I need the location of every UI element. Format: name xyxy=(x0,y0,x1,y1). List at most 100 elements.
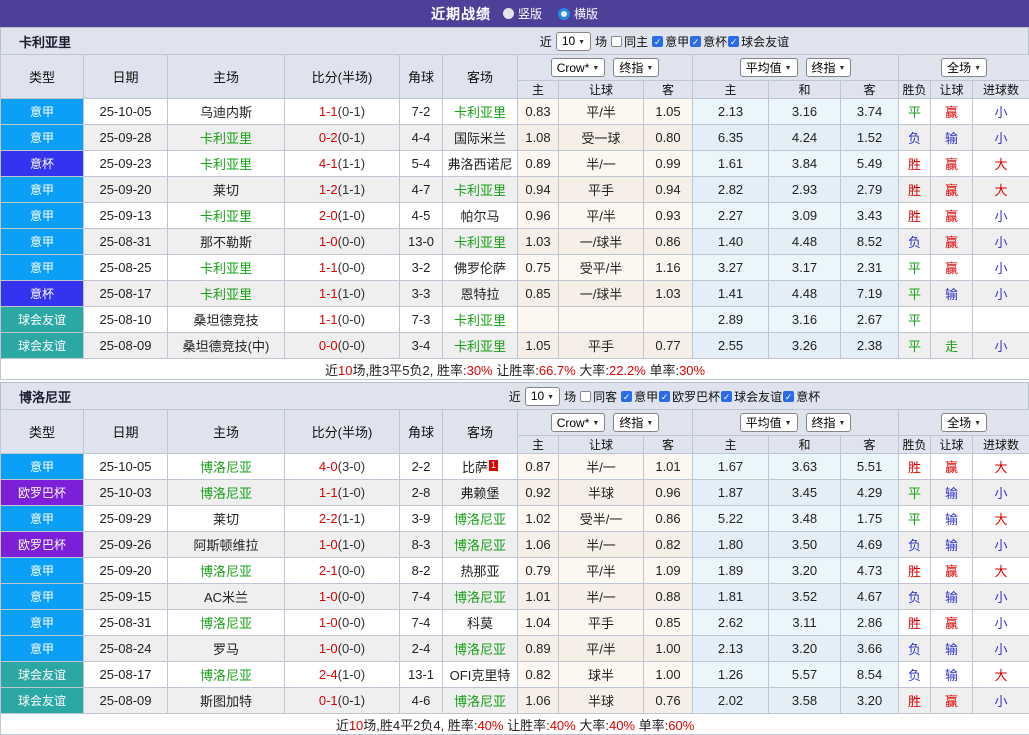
summary-segment: 60% xyxy=(668,718,694,733)
league-filter[interactable]: ✓意甲 xyxy=(621,388,658,405)
checkbox-checked-icon[interactable]: ✓ xyxy=(652,36,663,47)
avg-select[interactable]: 平均值▼ xyxy=(740,58,798,77)
summary-segment: 10 xyxy=(349,718,363,733)
league-filter[interactable]: ✓欧罗巴杯 xyxy=(659,388,720,405)
match-row: 欧罗巴杯 25-10-03 博洛尼亚 1-1(1-0) 2-8 弗赖堡 0.92… xyxy=(1,480,1029,506)
sub-header-odds-away: 客 xyxy=(644,436,693,454)
recent-count-value: 10 xyxy=(531,389,544,403)
league-badge: 意甲 xyxy=(1,255,84,281)
layout-radio-vertical[interactable]: 竖版 xyxy=(503,5,542,22)
checkbox-checked-icon[interactable]: ✓ xyxy=(621,391,632,402)
checkbox-checked-icon[interactable]: ✓ xyxy=(721,391,732,402)
home-team: 乌迪内斯 xyxy=(168,99,285,125)
match-row: 球会友谊 25-08-17 博洛尼亚 2-4(1-0) 13-1 OFI克里特 … xyxy=(1,662,1029,688)
avg-draw: 3.84 xyxy=(769,151,841,177)
avg-home: 1.61 xyxy=(693,151,769,177)
recent-count-select[interactable]: 10 ▼ xyxy=(556,32,591,51)
checkbox-checked-icon[interactable]: ✓ xyxy=(728,36,739,47)
same-venue-filter[interactable]: 同主 xyxy=(611,33,648,50)
match-date: 25-08-24 xyxy=(84,636,168,662)
checkbox-checked-icon[interactable]: ✓ xyxy=(690,36,701,47)
odds-stage-select[interactable]: 终指▼ xyxy=(613,413,659,432)
odds-home: 1.03 xyxy=(518,229,559,255)
result-goals: 大 xyxy=(973,558,1029,584)
match-date: 25-09-15 xyxy=(84,584,168,610)
league-filters: ✓意甲✓意杯✓球会友谊 xyxy=(652,33,789,50)
checkbox-checked-icon[interactable]: ✓ xyxy=(659,391,670,402)
league-badge: 球会友谊 xyxy=(1,688,84,714)
league-filter[interactable]: ✓意杯 xyxy=(690,33,727,50)
bookmaker-select[interactable]: Crow*▼ xyxy=(551,58,606,77)
radio-unselected-icon[interactable] xyxy=(503,8,514,19)
result-handicap: 输 xyxy=(931,125,973,151)
scope-select[interactable]: 全场▼ xyxy=(941,413,987,432)
odds-away: 1.00 xyxy=(644,636,693,662)
home-team: 阿斯顿维拉 xyxy=(168,532,285,558)
summary-segment: 大率: xyxy=(576,363,609,378)
avg-select[interactable]: 平均值▼ xyxy=(740,413,798,432)
chevron-down-icon: ▼ xyxy=(974,65,981,72)
league-badge: 意甲 xyxy=(1,584,84,610)
league-filter[interactable]: ✓球会友谊 xyxy=(728,33,789,50)
games-label: 场 xyxy=(564,388,576,405)
odds-stage-select[interactable]: 终指▼ xyxy=(613,58,659,77)
avg-home: 1.40 xyxy=(693,229,769,255)
radio-selected-icon[interactable] xyxy=(558,8,570,20)
result-goals: 小 xyxy=(973,532,1029,558)
filter-bar: 近 10 ▼ 场 同主 ✓意甲✓意杯✓球会友谊 xyxy=(240,32,789,51)
league-badge: 意甲 xyxy=(1,203,84,229)
bookmaker-select[interactable]: Crow*▼ xyxy=(551,413,606,432)
league-filter[interactable]: ✓球会友谊 xyxy=(721,388,782,405)
same-venue-label: 同主 xyxy=(624,33,648,50)
corner-score: 3-3 xyxy=(400,281,443,307)
sub-header-handicap-result: 让球 xyxy=(931,81,973,99)
scope-select[interactable]: 全场▼ xyxy=(941,58,987,77)
bookmaker-value: Crow* xyxy=(557,416,590,430)
match-score: 2-4(1-0) xyxy=(285,662,400,688)
match-row: 意甲 25-08-25 卡利亚里 1-1(0-0) 3-2 佛罗伦萨 0.75 … xyxy=(1,255,1029,281)
chevron-down-icon: ▼ xyxy=(839,420,846,427)
home-team: 博洛尼亚 xyxy=(168,454,285,480)
layout-radio-horizontal[interactable]: 横版 xyxy=(558,5,598,22)
away-team: 卡利亚里 xyxy=(443,229,518,255)
recent-count-select[interactable]: 10 ▼ xyxy=(525,387,560,406)
sub-header-odds-home: 主 xyxy=(518,436,559,454)
odds-home: 0.89 xyxy=(518,151,559,177)
odds-handicap: 半/一 xyxy=(559,454,644,480)
result-wdl: 平 xyxy=(899,281,931,307)
match-score: 1-1(1-0) xyxy=(285,281,400,307)
odds-away: 0.96 xyxy=(644,480,693,506)
corner-score: 13-0 xyxy=(400,229,443,255)
avg-home: 2.02 xyxy=(693,688,769,714)
league-filter-label: 球会友谊 xyxy=(734,388,782,405)
match-row: 意甲 25-09-13 卡利亚里 2-0(1-0) 4-5 帕尔马 0.96 平… xyxy=(1,203,1029,229)
avg-stage-select[interactable]: 终指▼ xyxy=(806,58,852,77)
league-filter[interactable]: ✓意甲 xyxy=(652,33,689,50)
match-date: 25-10-05 xyxy=(84,99,168,125)
avg-draw: 3.17 xyxy=(769,255,841,281)
avg-home: 1.26 xyxy=(693,662,769,688)
avg-away: 5.49 xyxy=(841,151,899,177)
match-score: 4-0(3-0) xyxy=(285,454,400,480)
odds-handicap: 球半 xyxy=(559,662,644,688)
checkbox-unchecked-icon[interactable] xyxy=(580,391,591,402)
match-date: 25-09-23 xyxy=(84,151,168,177)
filter-bar: 近 10 ▼ 场 同客 ✓意甲✓欧罗巴杯✓球会友谊✓意杯 xyxy=(209,387,820,406)
result-handicap: 赢 xyxy=(931,99,973,125)
avg-away: 7.19 xyxy=(841,281,899,307)
checkbox-unchecked-icon[interactable] xyxy=(611,36,622,47)
odds-handicap: 受一球 xyxy=(559,125,644,151)
match-date: 25-10-05 xyxy=(84,454,168,480)
league-filters: ✓意甲✓欧罗巴杯✓球会友谊✓意杯 xyxy=(621,388,820,405)
league-badge: 意甲 xyxy=(1,454,84,480)
chevron-down-icon: ▼ xyxy=(646,65,653,72)
result-wdl: 胜 xyxy=(899,558,931,584)
checkbox-checked-icon[interactable]: ✓ xyxy=(783,391,794,402)
match-score: 1-0(1-0) xyxy=(285,532,400,558)
same-venue-filter[interactable]: 同客 xyxy=(580,388,617,405)
avg-value: 平均值 xyxy=(746,59,782,76)
avg-draw: 3.20 xyxy=(769,636,841,662)
avg-stage-select[interactable]: 终指▼ xyxy=(806,413,852,432)
odds-away: 0.80 xyxy=(644,125,693,151)
league-filter[interactable]: ✓意杯 xyxy=(783,388,820,405)
